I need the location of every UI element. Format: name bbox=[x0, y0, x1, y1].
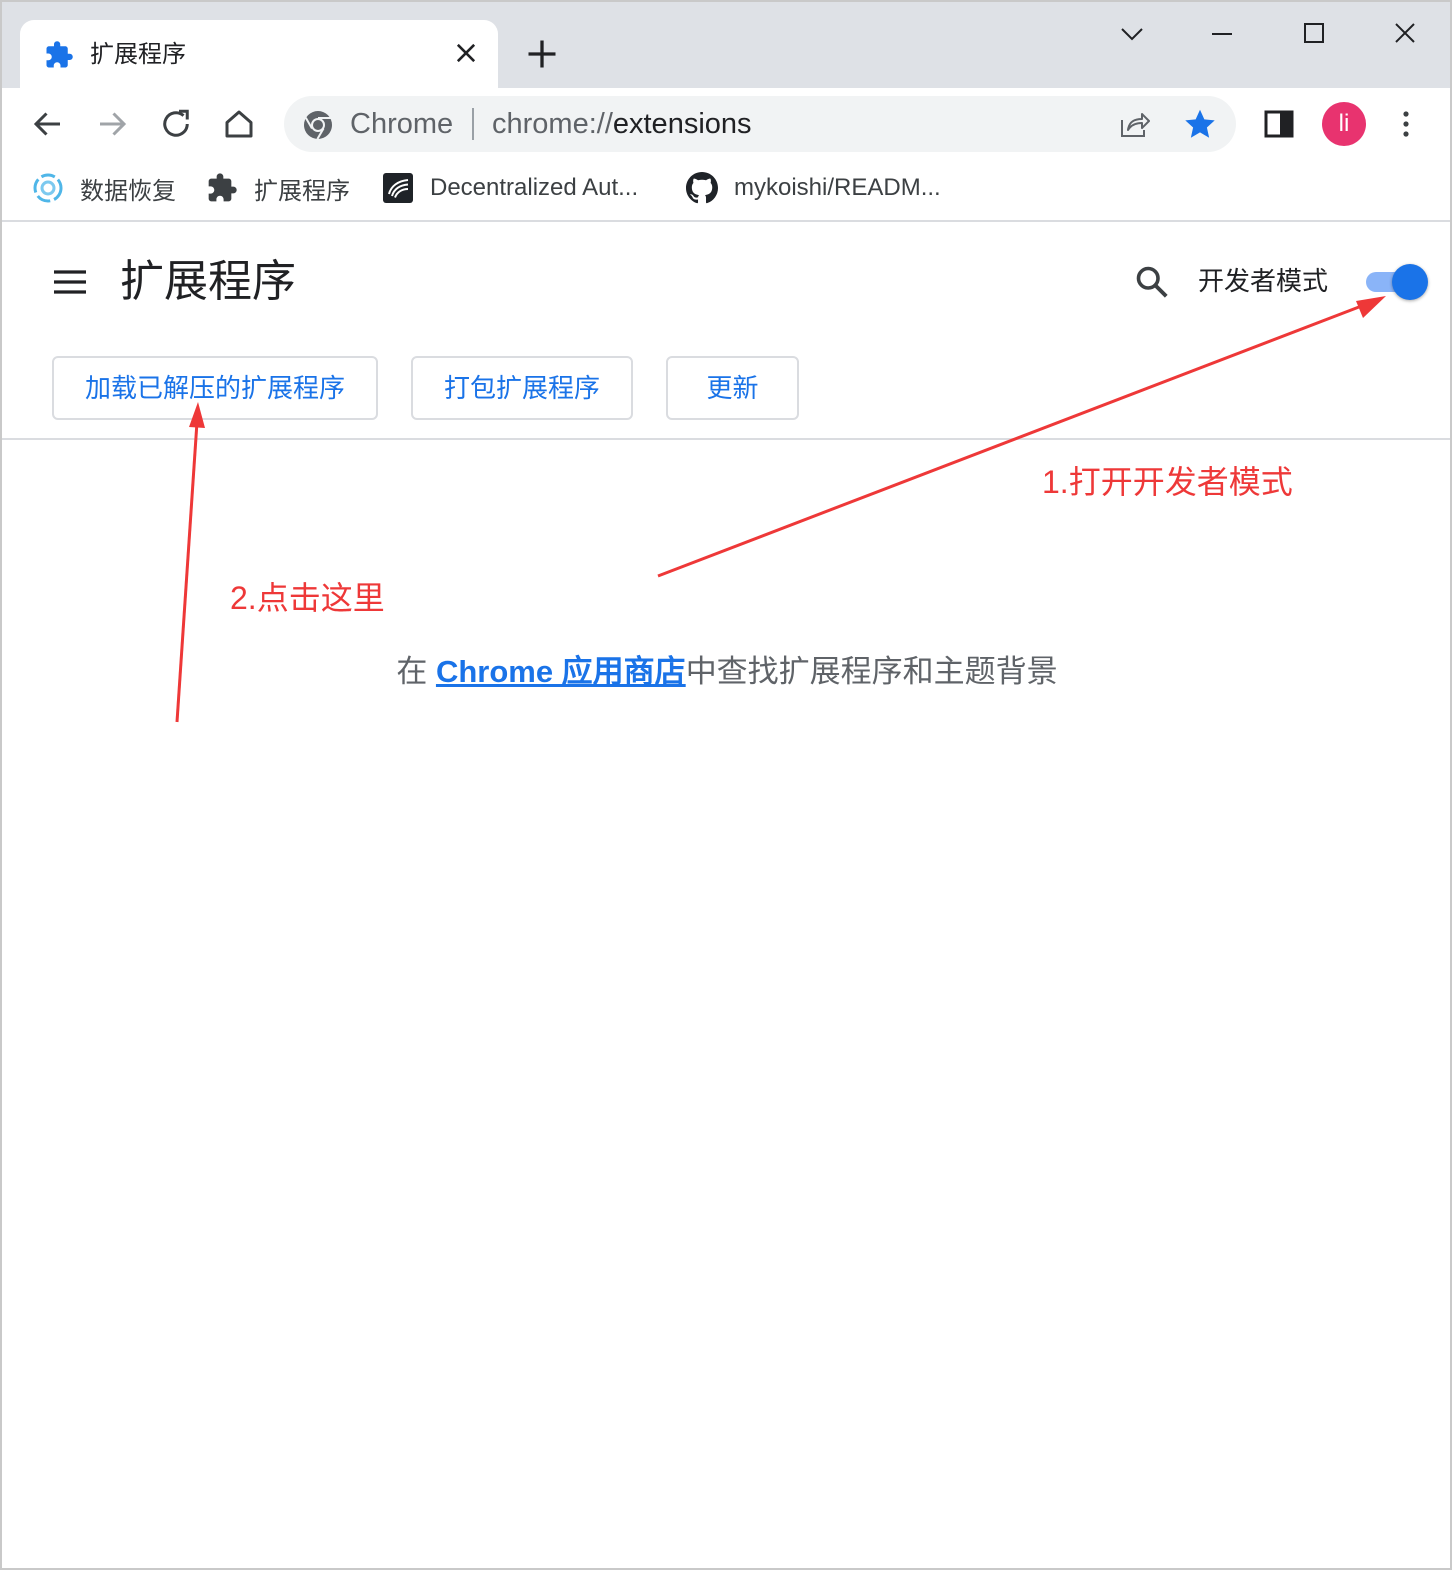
share-icon[interactable] bbox=[1118, 108, 1152, 140]
toggle-knob bbox=[1392, 264, 1428, 300]
developer-mode-label: 开发者模式 bbox=[1198, 266, 1329, 296]
browser-window: 扩展程序 Chrome chrome://extensions li 数据恢复 … bbox=[0, 0, 1452, 1570]
hamburger-menu-icon[interactable] bbox=[52, 268, 88, 296]
address-bar[interactable]: Chrome chrome://extensions bbox=[284, 96, 1236, 152]
search-icon[interactable] bbox=[1134, 264, 1170, 300]
bookmark-star-icon[interactable] bbox=[1182, 106, 1218, 142]
tab-extensions[interactable]: 扩展程序 bbox=[20, 20, 498, 88]
puzzle-icon bbox=[46, 41, 73, 68]
decentralized-icon bbox=[383, 173, 413, 203]
page-title: 扩展程序 bbox=[120, 257, 296, 306]
extensions-header: 扩展程序 开发者模式 加载已解压的扩展程序 打包扩展程序 更新 bbox=[2, 224, 1450, 440]
store-suffix: 中查找扩展程序和主题背景 bbox=[685, 654, 1058, 689]
bookmark-item[interactable]: 扩展程序 bbox=[206, 170, 350, 206]
bookmarks-bar: 数据恢复 扩展程序 Decentralized Aut... mykoishi/… bbox=[2, 160, 1450, 222]
puzzle-icon bbox=[208, 173, 237, 202]
bookmark-item[interactable]: Decentralized Aut... bbox=[382, 170, 638, 206]
new-tab-icon[interactable] bbox=[524, 36, 560, 72]
annotation-step1: 1.打开开发者模式 bbox=[1042, 464, 1293, 500]
side-panel-icon[interactable] bbox=[1262, 108, 1296, 140]
minimize-icon[interactable] bbox=[1202, 16, 1242, 52]
tab-title: 扩展程序 bbox=[90, 41, 186, 68]
avatar[interactable]: li bbox=[1322, 102, 1366, 146]
maximize-icon[interactable] bbox=[1294, 16, 1334, 52]
bookmark-label: 数据恢复 bbox=[80, 177, 176, 205]
store-hint: 在 Chrome 应用商店中查找扩展程序和主题背景 bbox=[2, 652, 1450, 692]
recovery-icon bbox=[33, 173, 63, 203]
chevron-down-icon[interactable] bbox=[1112, 16, 1152, 52]
more-menu-icon[interactable] bbox=[1394, 106, 1418, 142]
url-scheme: chrome:// bbox=[492, 108, 613, 140]
reload-icon[interactable] bbox=[158, 106, 194, 142]
update-button[interactable]: 更新 bbox=[666, 356, 799, 420]
pack-extension-button[interactable]: 打包扩展程序 bbox=[411, 356, 633, 420]
tab-strip: 扩展程序 bbox=[2, 2, 1450, 88]
address-divider bbox=[472, 108, 474, 140]
bookmark-label: mykoishi/READM... bbox=[734, 174, 941, 201]
chrome-web-store-link[interactable]: Chrome 应用商店 bbox=[436, 654, 686, 689]
chrome-logo-icon bbox=[304, 111, 332, 140]
home-icon[interactable] bbox=[221, 106, 257, 142]
bookmark-item[interactable]: mykoishi/READM... bbox=[686, 170, 941, 206]
url-text: chrome://extensions bbox=[492, 107, 752, 141]
back-icon[interactable] bbox=[30, 106, 66, 142]
store-prefix: 在 bbox=[396, 654, 436, 689]
browser-toolbar: Chrome chrome://extensions li bbox=[2, 88, 1450, 160]
close-icon[interactable] bbox=[452, 39, 480, 67]
site-label: Chrome bbox=[350, 108, 454, 140]
developer-mode-toggle[interactable] bbox=[1364, 264, 1428, 300]
bookmark-label: Decentralized Aut... bbox=[430, 174, 639, 201]
load-unpacked-button[interactable]: 加载已解压的扩展程序 bbox=[52, 356, 378, 420]
github-icon bbox=[686, 172, 718, 204]
bookmark-item[interactable]: 数据恢复 bbox=[32, 170, 176, 206]
forward-icon[interactable] bbox=[94, 106, 130, 142]
window-close-icon[interactable] bbox=[1385, 16, 1425, 52]
bookmark-label: 扩展程序 bbox=[254, 177, 350, 205]
url-host: extensions bbox=[612, 108, 752, 140]
annotation-step2: 2.点击这里 bbox=[230, 580, 385, 616]
